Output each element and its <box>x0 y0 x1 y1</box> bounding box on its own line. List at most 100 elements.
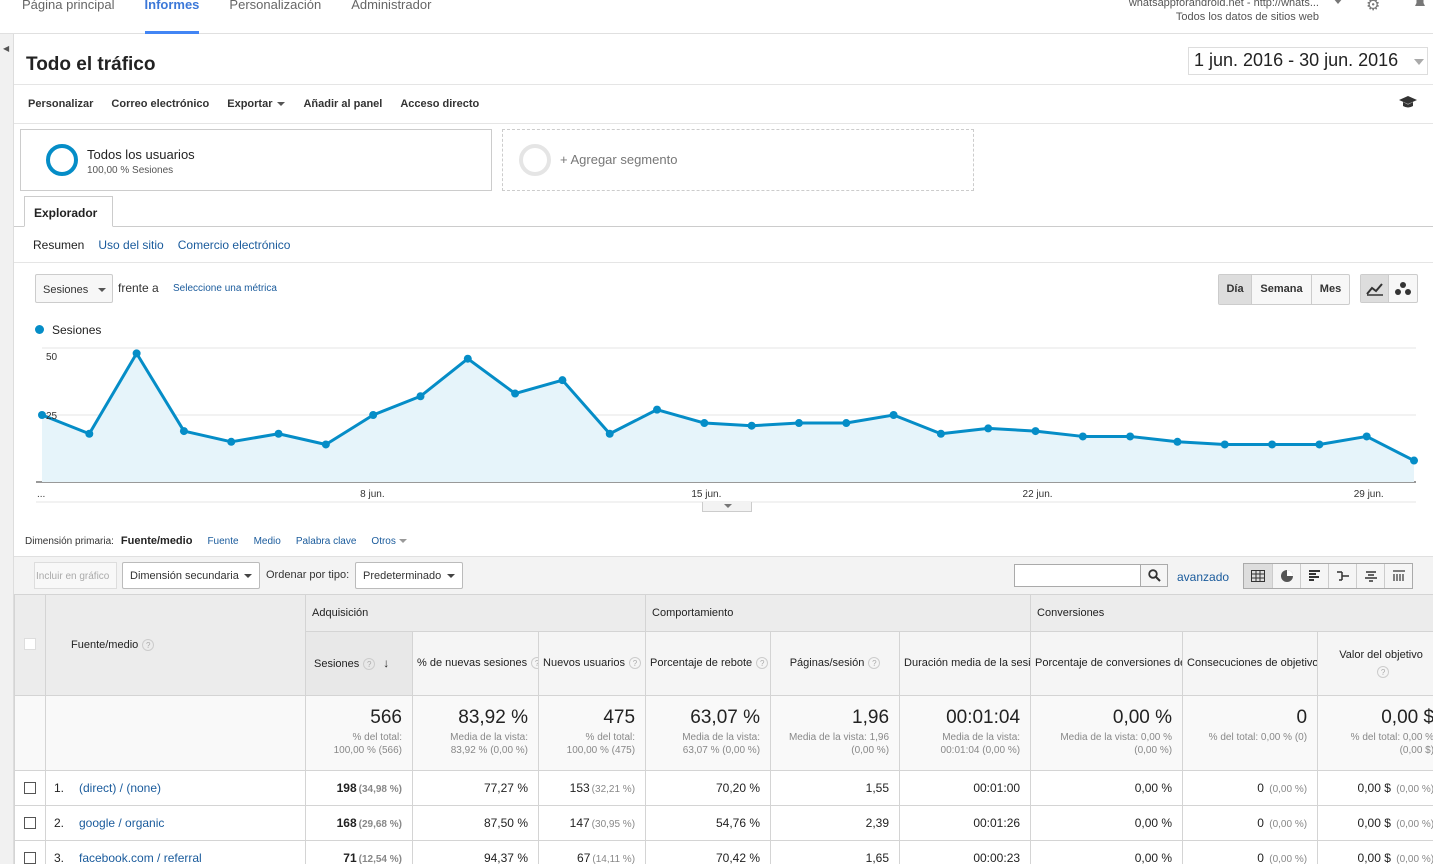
segment-name: Todos los usuarios <box>87 147 195 162</box>
data-point <box>321 440 330 449</box>
nav-home[interactable]: Página principal <box>22 0 115 30</box>
row-checkbox[interactable] <box>24 851 36 864</box>
total-new-pct-sub1: Media de la vista: <box>450 732 528 743</box>
col-avg-duration[interactable]: Duración media de la sesión? <box>899 631 1032 696</box>
shortcut-button[interactable]: Acceso directo <box>400 98 479 110</box>
col-new-users[interactable]: Nuevos usuarios? <box>537 631 647 696</box>
day-button[interactable]: Día <box>1219 275 1251 304</box>
bar-chart-icon[interactable] <box>1300 564 1328 588</box>
subtab-site-usage[interactable]: Uso del sitio <box>98 238 163 252</box>
date-range-picker[interactable]: 1 jun. 2016 - 30 jun. 2016 <box>1188 47 1428 75</box>
dimension-other[interactable]: Otros <box>371 536 407 547</box>
week-button[interactable]: Semana <box>1251 275 1311 304</box>
col-source-medium-label: Fuente/medio <box>71 639 139 651</box>
data-table: Fuente/medio? Adquisición Comportamiento… <box>14 594 1433 864</box>
select-metric-link[interactable]: Seleccione una métrica <box>173 283 277 294</box>
help-icon[interactable]: ? <box>531 657 538 669</box>
dimension-keyword[interactable]: Palabra clave <box>296 536 357 547</box>
gear-icon[interactable]: ⚙ <box>1366 0 1380 15</box>
month-button[interactable]: Mes <box>1311 275 1349 304</box>
x-tick-label: 8 jun. <box>360 489 384 500</box>
row-source-cell: 2. google / organic <box>45 805 306 841</box>
pivot-icon[interactable] <box>1384 564 1412 588</box>
col-goal-value[interactable]: Valor del objetivo? <box>1317 631 1433 696</box>
add-to-dashboard-button[interactable]: Añadir al panel <box>303 98 382 110</box>
col-sessions[interactable]: Sesiones? ↓ <box>305 631 413 696</box>
row-pages: 2,39 <box>770 805 901 841</box>
select-all-checkbox[interactable] <box>24 637 36 650</box>
data-point <box>511 389 520 398</box>
graduation-cap-icon[interactable] <box>1398 95 1418 113</box>
col-new-sessions-pct[interactable]: % de nuevas sesiones? <box>412 631 539 696</box>
row-sessions: 71 (12,54 %) <box>305 840 413 864</box>
row-new-users-value: 67 <box>577 851 591 864</box>
chevron-down-icon <box>244 574 252 578</box>
dimension-medium[interactable]: Medio <box>254 536 281 547</box>
export-label: Exportar <box>227 98 273 110</box>
chart-collapse-handle[interactable] <box>702 502 752 512</box>
segment-all-users[interactable]: Todos los usuarios 100,00 % Sesiones <box>20 129 492 191</box>
total-new-users: 475 % del total: 100,00 % (475) <box>537 695 647 771</box>
secondary-dimension-select[interactable]: Dimensión secundaria <box>122 562 260 589</box>
total-new-pct-value: 83,92 % <box>458 707 528 728</box>
col-source-medium[interactable]: Fuente/medio? <box>45 594 306 696</box>
total-bounce-sub2: 63,07 % (0,00 %) <box>682 745 761 756</box>
total-completions: 0 % del total: 0,00 % (0) <box>1182 695 1319 771</box>
subtab-ecommerce[interactable]: Comercio electrónico <box>178 238 291 252</box>
data-point <box>1126 432 1135 441</box>
search-icon[interactable] <box>1140 564 1168 587</box>
row-checkbox[interactable] <box>24 816 36 829</box>
nav-admin[interactable]: Administrador <box>351 0 431 30</box>
total-duration: 00:01:04 Media de la vista: 00:01:04 (0,00… <box>899 695 1032 771</box>
metric-select[interactable]: Sesiones <box>35 274 113 303</box>
comparison-icon[interactable] <box>1328 564 1356 588</box>
add-segment-button[interactable]: + Agregar segmento <box>502 129 974 191</box>
sort-type-value: Predeterminado <box>363 570 442 582</box>
row-completions-value: 0 <box>1257 851 1264 864</box>
line-chart-icon[interactable] <box>1361 275 1390 302</box>
nav-customization[interactable]: Personalización <box>229 0 321 30</box>
help-icon[interactable]: ? <box>628 657 641 669</box>
col-goal-completions[interactable]: Consecuciones de objetivos? <box>1182 631 1319 696</box>
data-point <box>700 419 709 428</box>
row-value: 0,00 $ (0,00 %) <box>1317 770 1433 806</box>
help-icon[interactable]: ? <box>868 657 881 669</box>
motion-chart-icon[interactable] <box>1389 275 1417 302</box>
bell-icon[interactable] <box>1412 0 1428 13</box>
help-icon[interactable]: ? <box>142 639 155 651</box>
row-new-pct: 77,27 % <box>412 770 539 806</box>
nav-reports[interactable]: Informes <box>144 0 200 34</box>
dimension-source[interactable]: Fuente <box>207 536 238 547</box>
email-button[interactable]: Correo electrónico <box>111 98 209 110</box>
customize-button[interactable]: Personalizar <box>28 98 93 110</box>
help-icon[interactable]: ? <box>363 657 376 670</box>
export-button[interactable]: Exportar <box>227 98 286 110</box>
col-avg-duration-label: Duración media de la sesión <box>904 657 1031 669</box>
help-icon[interactable]: ? <box>1377 665 1390 678</box>
account-selector[interactable]: whatsappforandroid.net - http://whats...… <box>1129 0 1343 24</box>
row-source-link[interactable]: google / organic <box>79 816 164 830</box>
table-search-input[interactable] <box>1014 564 1141 587</box>
tab-explorer[interactable]: Explorador <box>24 196 113 227</box>
col-bounce-rate[interactable]: Porcentaje de rebote? <box>645 631 772 696</box>
row-source-link[interactable]: facebook.com / referral <box>79 851 202 864</box>
sort-type-select[interactable]: Predeterminado <box>355 562 463 589</box>
data-point <box>842 419 851 428</box>
data-point <box>1078 432 1087 441</box>
help-icon[interactable]: ? <box>756 657 769 669</box>
total-bounce: 63,07 % Media de la vista: 63,07 % (0,00 %… <box>645 695 772 771</box>
col-conv-rate[interactable]: Porcentaje de conversiones del objetivo? <box>1030 631 1184 696</box>
data-point <box>463 354 472 363</box>
subtab-summary[interactable]: Resumen <box>33 238 84 252</box>
row-completions: 0 (0,00 %) <box>1182 770 1319 806</box>
row-completions-value: 0 <box>1257 816 1264 830</box>
advanced-filter-link[interactable]: avanzado <box>1177 570 1229 584</box>
col-pages-session[interactable]: Páginas/sesión? <box>770 631 901 696</box>
row-checkbox[interactable] <box>24 781 36 794</box>
row-source-link[interactable]: (direct) / (none) <box>79 781 161 795</box>
plot-rows-button[interactable]: Incluir en gráfico <box>34 562 117 589</box>
pie-chart-icon[interactable] <box>1272 564 1300 588</box>
term-cloud-icon[interactable] <box>1356 564 1384 588</box>
data-table-icon[interactable] <box>1244 564 1272 588</box>
row-checkbox-cell <box>14 805 46 841</box>
